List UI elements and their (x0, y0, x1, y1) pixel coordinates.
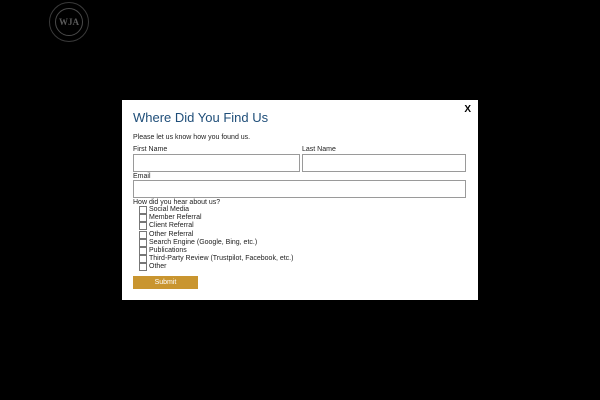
submit-button[interactable]: Submit (133, 276, 198, 289)
option-search-engine[interactable]: Search Engine (Google, Bing, etc.) (139, 238, 293, 247)
where-did-you-find-us-modal: X Where Did You Find Us Please let us kn… (122, 100, 478, 300)
checkbox[interactable] (139, 263, 147, 272)
last-name-field[interactable] (302, 154, 466, 172)
page-backdrop: WJA X Where Did You Find Us Please let u… (0, 0, 600, 400)
option-client-referral[interactable]: Client Referral (139, 222, 293, 231)
email-field[interactable] (133, 180, 466, 198)
source-checkbox-list: Social Media Member Referral Client Refe… (139, 206, 293, 272)
option-social-media[interactable]: Social Media (139, 206, 293, 215)
wja-logo: WJA (49, 2, 89, 42)
option-label: Other Referral (149, 230, 194, 238)
option-label: Third-Party Review (Trustpilot, Facebook… (149, 255, 294, 263)
option-member-referral[interactable]: Member Referral (139, 214, 293, 223)
option-label: Publications (149, 247, 187, 255)
checkbox[interactable] (139, 206, 147, 215)
option-publications[interactable]: Publications (139, 247, 293, 256)
checkbox[interactable] (139, 222, 147, 231)
option-label: Search Engine (Google, Bing, etc.) (149, 238, 258, 246)
checkbox[interactable] (139, 214, 147, 223)
modal-intro: Please let us know how you found us. (133, 134, 251, 141)
modal-title: Where Did You Find Us (133, 110, 269, 125)
checkbox[interactable] (139, 238, 147, 247)
checkbox[interactable] (139, 255, 147, 264)
close-button[interactable]: X (464, 104, 471, 116)
logo-text: WJA (59, 17, 79, 27)
first-name-field[interactable] (133, 154, 300, 172)
option-other-referral[interactable]: Other Referral (139, 230, 293, 239)
option-label: Member Referral (149, 214, 202, 222)
first-name-label: First Name (133, 146, 168, 153)
option-label: Social Media (149, 206, 190, 214)
option-other[interactable]: Other (139, 263, 293, 272)
last-name-label: Last Name (302, 146, 336, 153)
checkbox[interactable] (139, 247, 147, 256)
option-third-party-review[interactable]: Third-Party Review (Trustpilot, Facebook… (139, 255, 294, 264)
option-label: Other (149, 263, 167, 271)
option-label: Client Referral (149, 222, 194, 230)
checkbox[interactable] (139, 230, 147, 239)
